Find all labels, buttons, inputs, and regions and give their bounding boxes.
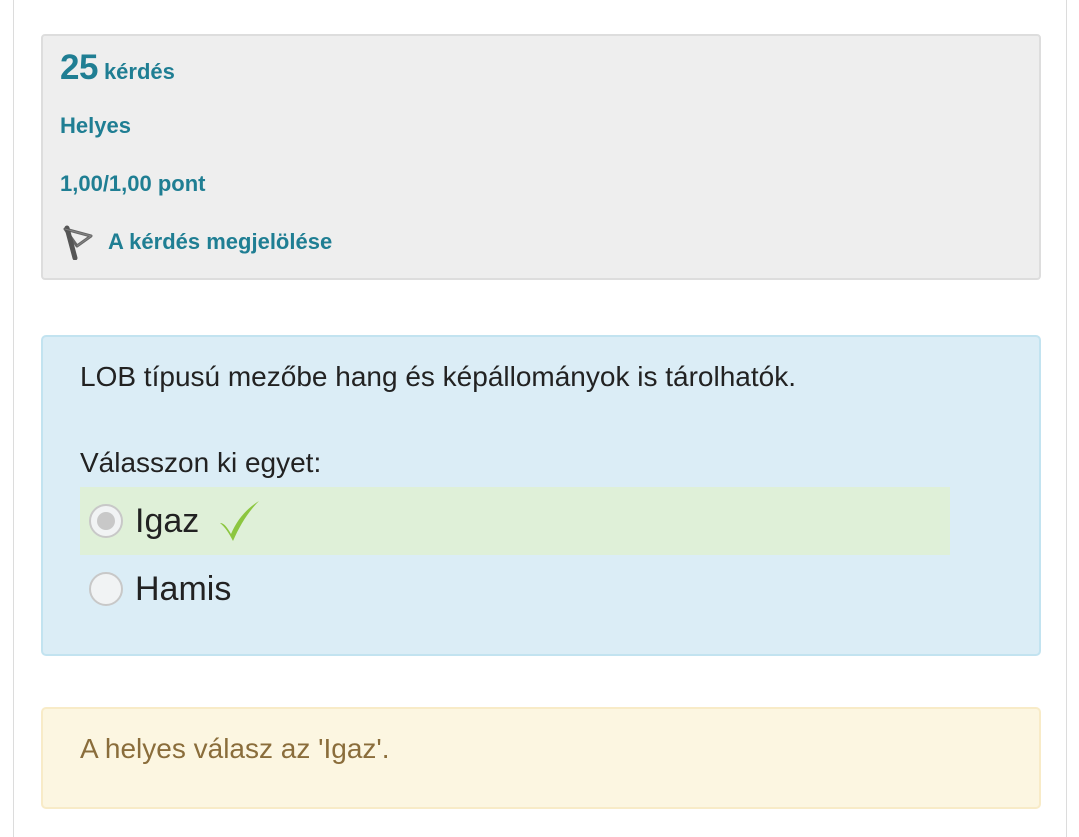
question-content: LOB típusú mezőbe hang és képállományok … bbox=[41, 335, 1041, 656]
right-answer-text: A helyes válasz az 'Igaz'. bbox=[80, 733, 390, 764]
answer-label-hamis: Hamis bbox=[135, 569, 232, 608]
question-grade: 1,00/1,00 pont bbox=[60, 171, 206, 196]
flag-icon bbox=[62, 224, 96, 261]
answer-radio-igaz[interactable] bbox=[89, 504, 123, 538]
check-icon bbox=[217, 499, 261, 543]
question-number-word: kérdés bbox=[103, 59, 175, 84]
question-state: Helyes bbox=[60, 113, 131, 138]
answer-option-igaz[interactable]: Igaz bbox=[80, 487, 950, 555]
flag-question-button[interactable]: A kérdés megjelölése bbox=[62, 224, 333, 261]
question-text: LOB típusú mezőbe hang és képállományok … bbox=[80, 361, 796, 392]
right-answer-feedback: A helyes válasz az 'Igaz'. bbox=[41, 707, 1041, 809]
flag-question-label: A kérdés megjelölése bbox=[108, 229, 333, 254]
question-info-panel: 25 kérdés Helyes 1,00/1,00 pont A kérdés … bbox=[41, 34, 1041, 280]
question-number-value: 25 bbox=[60, 48, 98, 87]
answer-option-hamis[interactable]: Hamis bbox=[80, 555, 950, 623]
answer-prompt: Válasszon ki egyet: bbox=[80, 447, 322, 478]
answer-label-igaz: Igaz bbox=[135, 501, 200, 540]
question-number: 25 kérdés bbox=[60, 48, 175, 88]
answer-radio-hamis[interactable] bbox=[89, 572, 123, 606]
